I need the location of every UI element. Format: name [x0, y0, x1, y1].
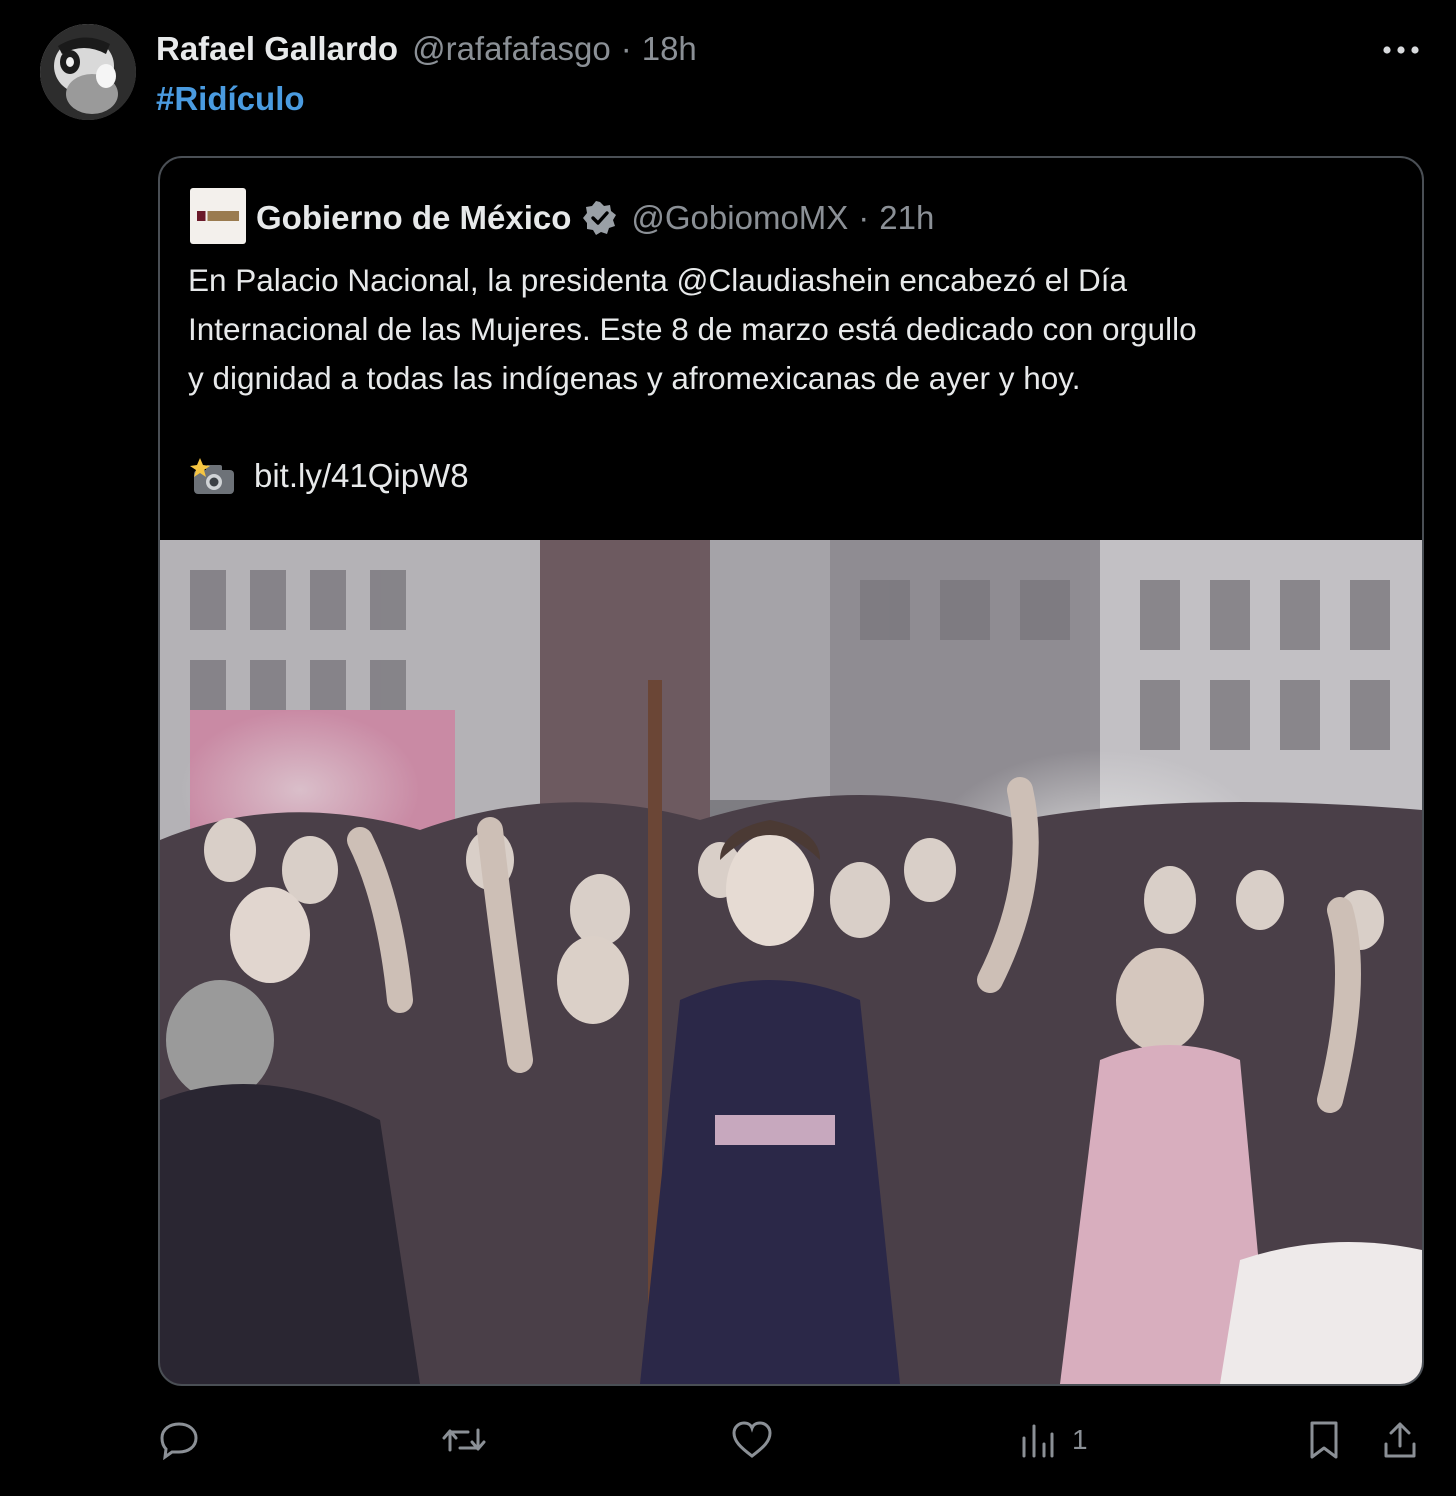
header-separator: · — [620, 30, 632, 67]
author-display-name[interactable]: Rafael Gallardo — [156, 30, 398, 68]
quoted-header-separator: · — [858, 199, 870, 236]
tweet: Rafael Gallardo @rafafafasgo · 18h #Ridí… — [0, 0, 1456, 1496]
quoted-text-line: y dignidad a todas las indígenas y afrom… — [188, 360, 1081, 396]
quoted-text-line: Internacional de las Mujeres. Este 8 de … — [188, 311, 1197, 347]
more-options-button[interactable] — [1378, 30, 1424, 70]
quoted-link[interactable]: bit.ly/41QipW8 — [254, 457, 469, 495]
avatar[interactable] — [40, 24, 136, 120]
quoted-author-handle[interactable]: @GobiomoMX — [631, 199, 848, 237]
bookmark-icon — [1310, 1421, 1338, 1459]
post-text-hashtag[interactable]: #Ridículo — [156, 80, 305, 118]
avatar-image — [40, 24, 136, 120]
quoted-media-image[interactable] — [160, 540, 1422, 1384]
heart-icon — [732, 1421, 772, 1458]
quoted-author-avatar[interactable] — [190, 188, 246, 244]
quoted-post-text: En Palacio Nacional, la presidenta @Clau… — [188, 256, 1398, 403]
views-count: 1 — [1072, 1424, 1088, 1455]
author-handle[interactable]: @rafafafasgo — [412, 30, 611, 68]
quoted-author-display-name[interactable]: Gobierno de México — [256, 199, 571, 237]
more-horizontal-icon — [1383, 46, 1419, 54]
reply-button[interactable] — [156, 1418, 202, 1462]
share-button[interactable] — [1380, 1418, 1420, 1462]
share-icon — [1384, 1422, 1416, 1458]
post-timestamp[interactable]: 18h — [642, 30, 697, 68]
repost-icon — [442, 1428, 486, 1452]
quoted-link-line: bit.ly/41QipW8 — [190, 454, 469, 498]
crowd-photo — [160, 540, 1422, 1384]
quoted-text-line: En Palacio Nacional, la presidenta @Clau… — [188, 262, 1128, 298]
like-button[interactable] — [730, 1418, 774, 1462]
camera-flash-icon — [190, 456, 238, 496]
quoted-avatar-logo — [197, 211, 239, 221]
post-header: Rafael Gallardo @rafafafasgo · 18h — [156, 26, 697, 72]
quoted-post-header: Gobierno de México @GobiomoMX · 21h — [256, 196, 934, 240]
repost-button[interactable] — [440, 1418, 488, 1462]
bookmark-button[interactable] — [1306, 1418, 1342, 1462]
verified-badge-icon — [583, 201, 617, 235]
quoted-post-card[interactable]: Gobierno de México @GobiomoMX · 21h En P… — [158, 156, 1424, 1386]
quoted-post-timestamp[interactable]: 21h — [879, 199, 934, 237]
views-chart-icon — [1022, 1424, 1054, 1458]
reply-icon — [160, 1422, 198, 1460]
views-button[interactable]: 1 — [1018, 1418, 1088, 1462]
action-bar: 1 — [0, 1410, 1456, 1470]
